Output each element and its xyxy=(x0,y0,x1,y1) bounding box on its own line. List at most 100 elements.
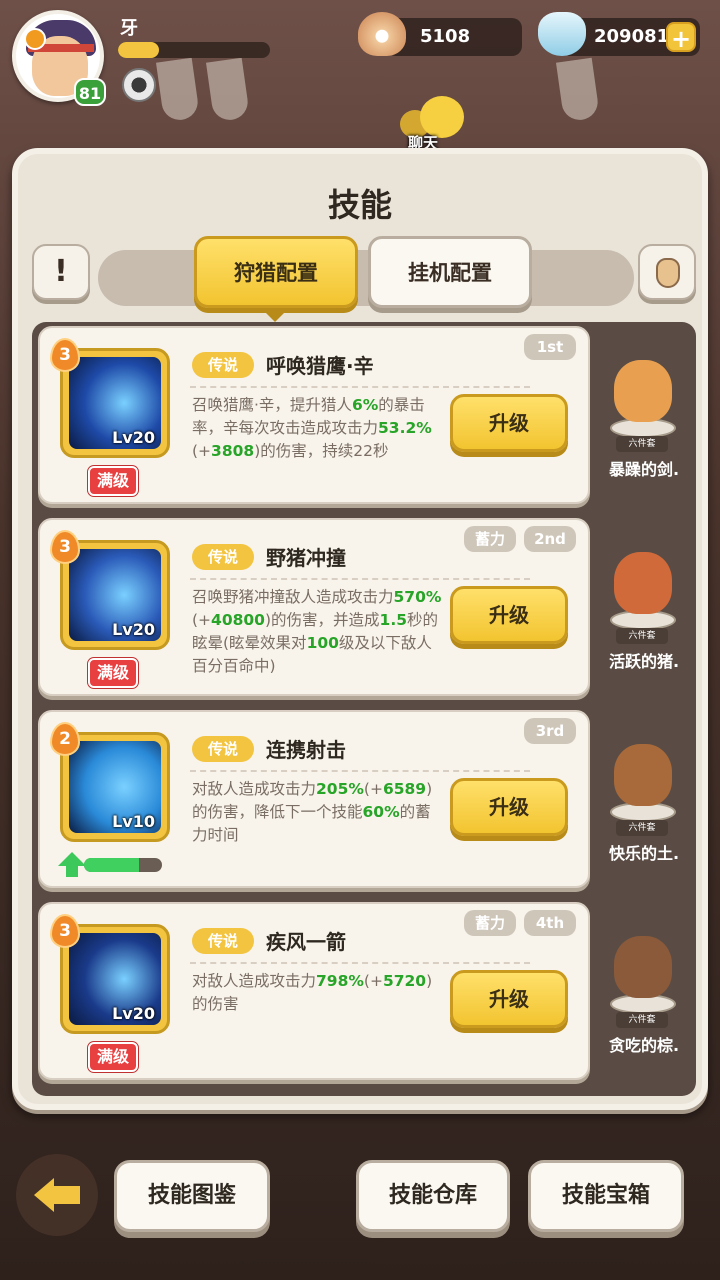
description-fragment: 召唤猎鹰·辛，提升猎人 xyxy=(192,396,352,414)
description-fragment: 570% xyxy=(393,588,442,606)
skill-row: Lv20 3 满级 传说 野猪冲撞 召唤野猪冲撞敌人造成攻击力570% (+408… xyxy=(32,514,696,698)
pet-figure-icon xyxy=(614,552,672,614)
skill-name: 连携射击 xyxy=(266,738,346,762)
description-fragment: 60% xyxy=(362,803,400,821)
description-fragment: 5720 xyxy=(382,972,427,990)
pet-slot[interactable]: 六件套 贪吃的棕. xyxy=(596,908,692,1078)
skill-description: 召唤猎鹰·辛，提升猎人6%的暴击率，辛每次攻击造成攻击力53.2%(+3808)… xyxy=(192,394,442,463)
skill-row: Lv20 3 满级 传说 呼唤猎鹰·辛 召唤猎鹰·辛，提升猎人6%的暴击率，辛每… xyxy=(32,322,696,506)
skill-progress-bar xyxy=(84,858,162,872)
slot-rank-tag: 2nd xyxy=(524,526,576,552)
star-count-badge: 3 xyxy=(50,530,80,564)
pet-slot[interactable]: 六件套 活跃的猪. xyxy=(596,524,692,694)
skill-card[interactable]: Lv20 3 满级 传说 呼唤猎鹰·辛 召唤猎鹰·辛，提升猎人6%的暴击率，辛每… xyxy=(38,326,590,504)
description-fragment: 对敌人造成攻击力 xyxy=(192,972,317,990)
pearl-value: 5108 xyxy=(420,26,471,47)
pearl-shell-icon xyxy=(358,12,406,56)
hanging-meat-decor xyxy=(205,57,251,123)
description-fragment: 205% xyxy=(316,780,364,798)
skill-icon: Lv20 xyxy=(69,549,161,641)
skills-panel: 技能 ! 狩猎配置 挂机配置 Lv20 3 满级 传说 呼唤猎鹰·辛 召唤猎鹰·… xyxy=(12,148,708,1110)
description-fragment: )的伤害，持续22秒 xyxy=(254,442,389,460)
hanging-meat-decor xyxy=(556,57,600,123)
skill-description: 召唤野猪冲撞敌人造成攻击力570%(+40800)的伤害，并造成1.5秒的眩晕(… xyxy=(192,586,442,678)
pet-set-label: 六件套 xyxy=(616,820,668,836)
skill-codex-button[interactable]: 技能图鉴 xyxy=(114,1160,270,1232)
divider xyxy=(190,578,530,580)
upgrade-button[interactable]: 升级 xyxy=(450,586,568,644)
star-count-badge: 2 xyxy=(50,722,80,756)
skill-name: 野猪冲撞 xyxy=(266,546,346,570)
description-fragment: 798% xyxy=(316,972,364,990)
description-fragment: 6% xyxy=(351,396,379,414)
description-fragment: (+ xyxy=(192,611,212,629)
skill-name: 疾风一箭 xyxy=(266,930,346,954)
skill-card[interactable]: Lv20 3 满级 传说 野猪冲撞 召唤野猪冲撞敌人造成攻击力570% (+408… xyxy=(38,518,590,696)
max-level-badge: 满级 xyxy=(88,1042,138,1072)
description-fragment: 召唤野猪冲撞敌人造成攻击力 xyxy=(192,588,394,606)
upgrade-arrow-icon xyxy=(58,852,86,878)
skill-chest-button[interactable]: 技能宝箱 xyxy=(528,1160,684,1232)
touch-hand-button[interactable] xyxy=(638,244,696,300)
description-fragment: 对敌人造成攻击力 xyxy=(192,780,317,798)
description-fragment: 1.5 xyxy=(379,611,408,629)
rarity-badge: 传说 xyxy=(192,736,254,762)
tab-track xyxy=(98,250,634,306)
hand-tap-icon xyxy=(656,258,680,288)
pearl-counter: 5108 xyxy=(358,12,522,56)
description-fragment: 3808 xyxy=(211,442,255,460)
skill-description: 对敌人造成攻击力798%(+5720)的伤害 xyxy=(192,970,442,1016)
skill-name: 呼唤猎鹰·辛 xyxy=(266,354,374,378)
skill-icon: Lv10 xyxy=(69,741,161,833)
player-name: 牙 xyxy=(120,18,138,39)
back-arrow-icon xyxy=(34,1178,80,1212)
description-fragment: (+ xyxy=(363,972,383,990)
upgrade-button[interactable]: 升级 xyxy=(450,778,568,836)
skill-list[interactable]: Lv20 3 满级 传说 呼唤猎鹰·辛 召唤猎鹰·辛，提升猎人6%的暴击率，辛每… xyxy=(32,322,696,1096)
rarity-badge: 传说 xyxy=(192,352,254,378)
description-fragment: (+ xyxy=(192,442,212,460)
description-fragment: )的伤害，并造成 xyxy=(264,611,380,629)
pet-name: 活跃的猪. xyxy=(608,652,680,671)
star-count-badge: 3 xyxy=(50,338,80,372)
tab-hunt-config[interactable]: 狩猎配置 xyxy=(194,236,358,322)
panel-title: 技能 xyxy=(327,186,392,224)
skill-card[interactable]: Lv20 3 满级 传说 疾风一箭 对敌人造成攻击力798%(+5720)的伤害… xyxy=(38,902,590,1080)
chat-button[interactable]: 聊天 xyxy=(396,96,474,154)
settings-icon[interactable] xyxy=(122,68,156,102)
rarity-badge: 传说 xyxy=(192,928,254,954)
pet-set-label: 六件套 xyxy=(616,628,668,644)
slot-rank-tag: 3rd xyxy=(524,718,576,744)
rarity-badge: 传说 xyxy=(192,544,254,570)
pet-figure-icon xyxy=(614,360,672,422)
pet-slot[interactable]: 六件套 暴躁的剑. xyxy=(596,332,692,502)
upgrade-button[interactable]: 升级 xyxy=(450,970,568,1028)
skill-level: Lv20 xyxy=(112,1004,155,1023)
back-button[interactable] xyxy=(16,1154,98,1236)
hanging-meat-decor xyxy=(155,57,201,123)
upgrade-button[interactable]: 升级 xyxy=(450,394,568,452)
class-emblem-icon xyxy=(24,28,46,50)
tab-idle-config[interactable]: 挂机配置 xyxy=(368,236,532,308)
skill-storage-button[interactable]: 技能仓库 xyxy=(356,1160,510,1232)
skill-row: Lv10 2 传说 连携射击 对敌人造成攻击力205%(+6589)的伤害，降低… xyxy=(32,706,696,890)
skill-icon: Lv20 xyxy=(69,357,161,449)
pet-figure-icon xyxy=(614,936,672,998)
pet-name: 暴躁的剑. xyxy=(608,460,680,479)
pet-set-label: 六件套 xyxy=(616,436,668,452)
divider xyxy=(190,962,530,964)
exp-bar xyxy=(118,42,270,58)
pet-slot[interactable]: 六件套 快乐的土. xyxy=(596,716,692,886)
skill-card[interactable]: Lv10 2 传说 连携射击 对敌人造成攻击力205%(+6589)的伤害，降低… xyxy=(38,710,590,888)
charge-tag: 蓄力 xyxy=(464,910,516,936)
add-gem-button[interactable]: + xyxy=(666,22,696,53)
slot-rank-tag: 4th xyxy=(524,910,576,936)
gem-shell-icon xyxy=(538,12,586,56)
gem-value: 209081 xyxy=(594,26,670,47)
pet-name: 快乐的土. xyxy=(608,844,680,863)
info-button[interactable]: ! xyxy=(32,244,90,300)
skill-progress-fill xyxy=(84,858,139,872)
description-fragment: 40800 xyxy=(211,611,265,629)
pet-figure-icon xyxy=(614,744,672,806)
skill-level: Lv10 xyxy=(112,812,155,831)
